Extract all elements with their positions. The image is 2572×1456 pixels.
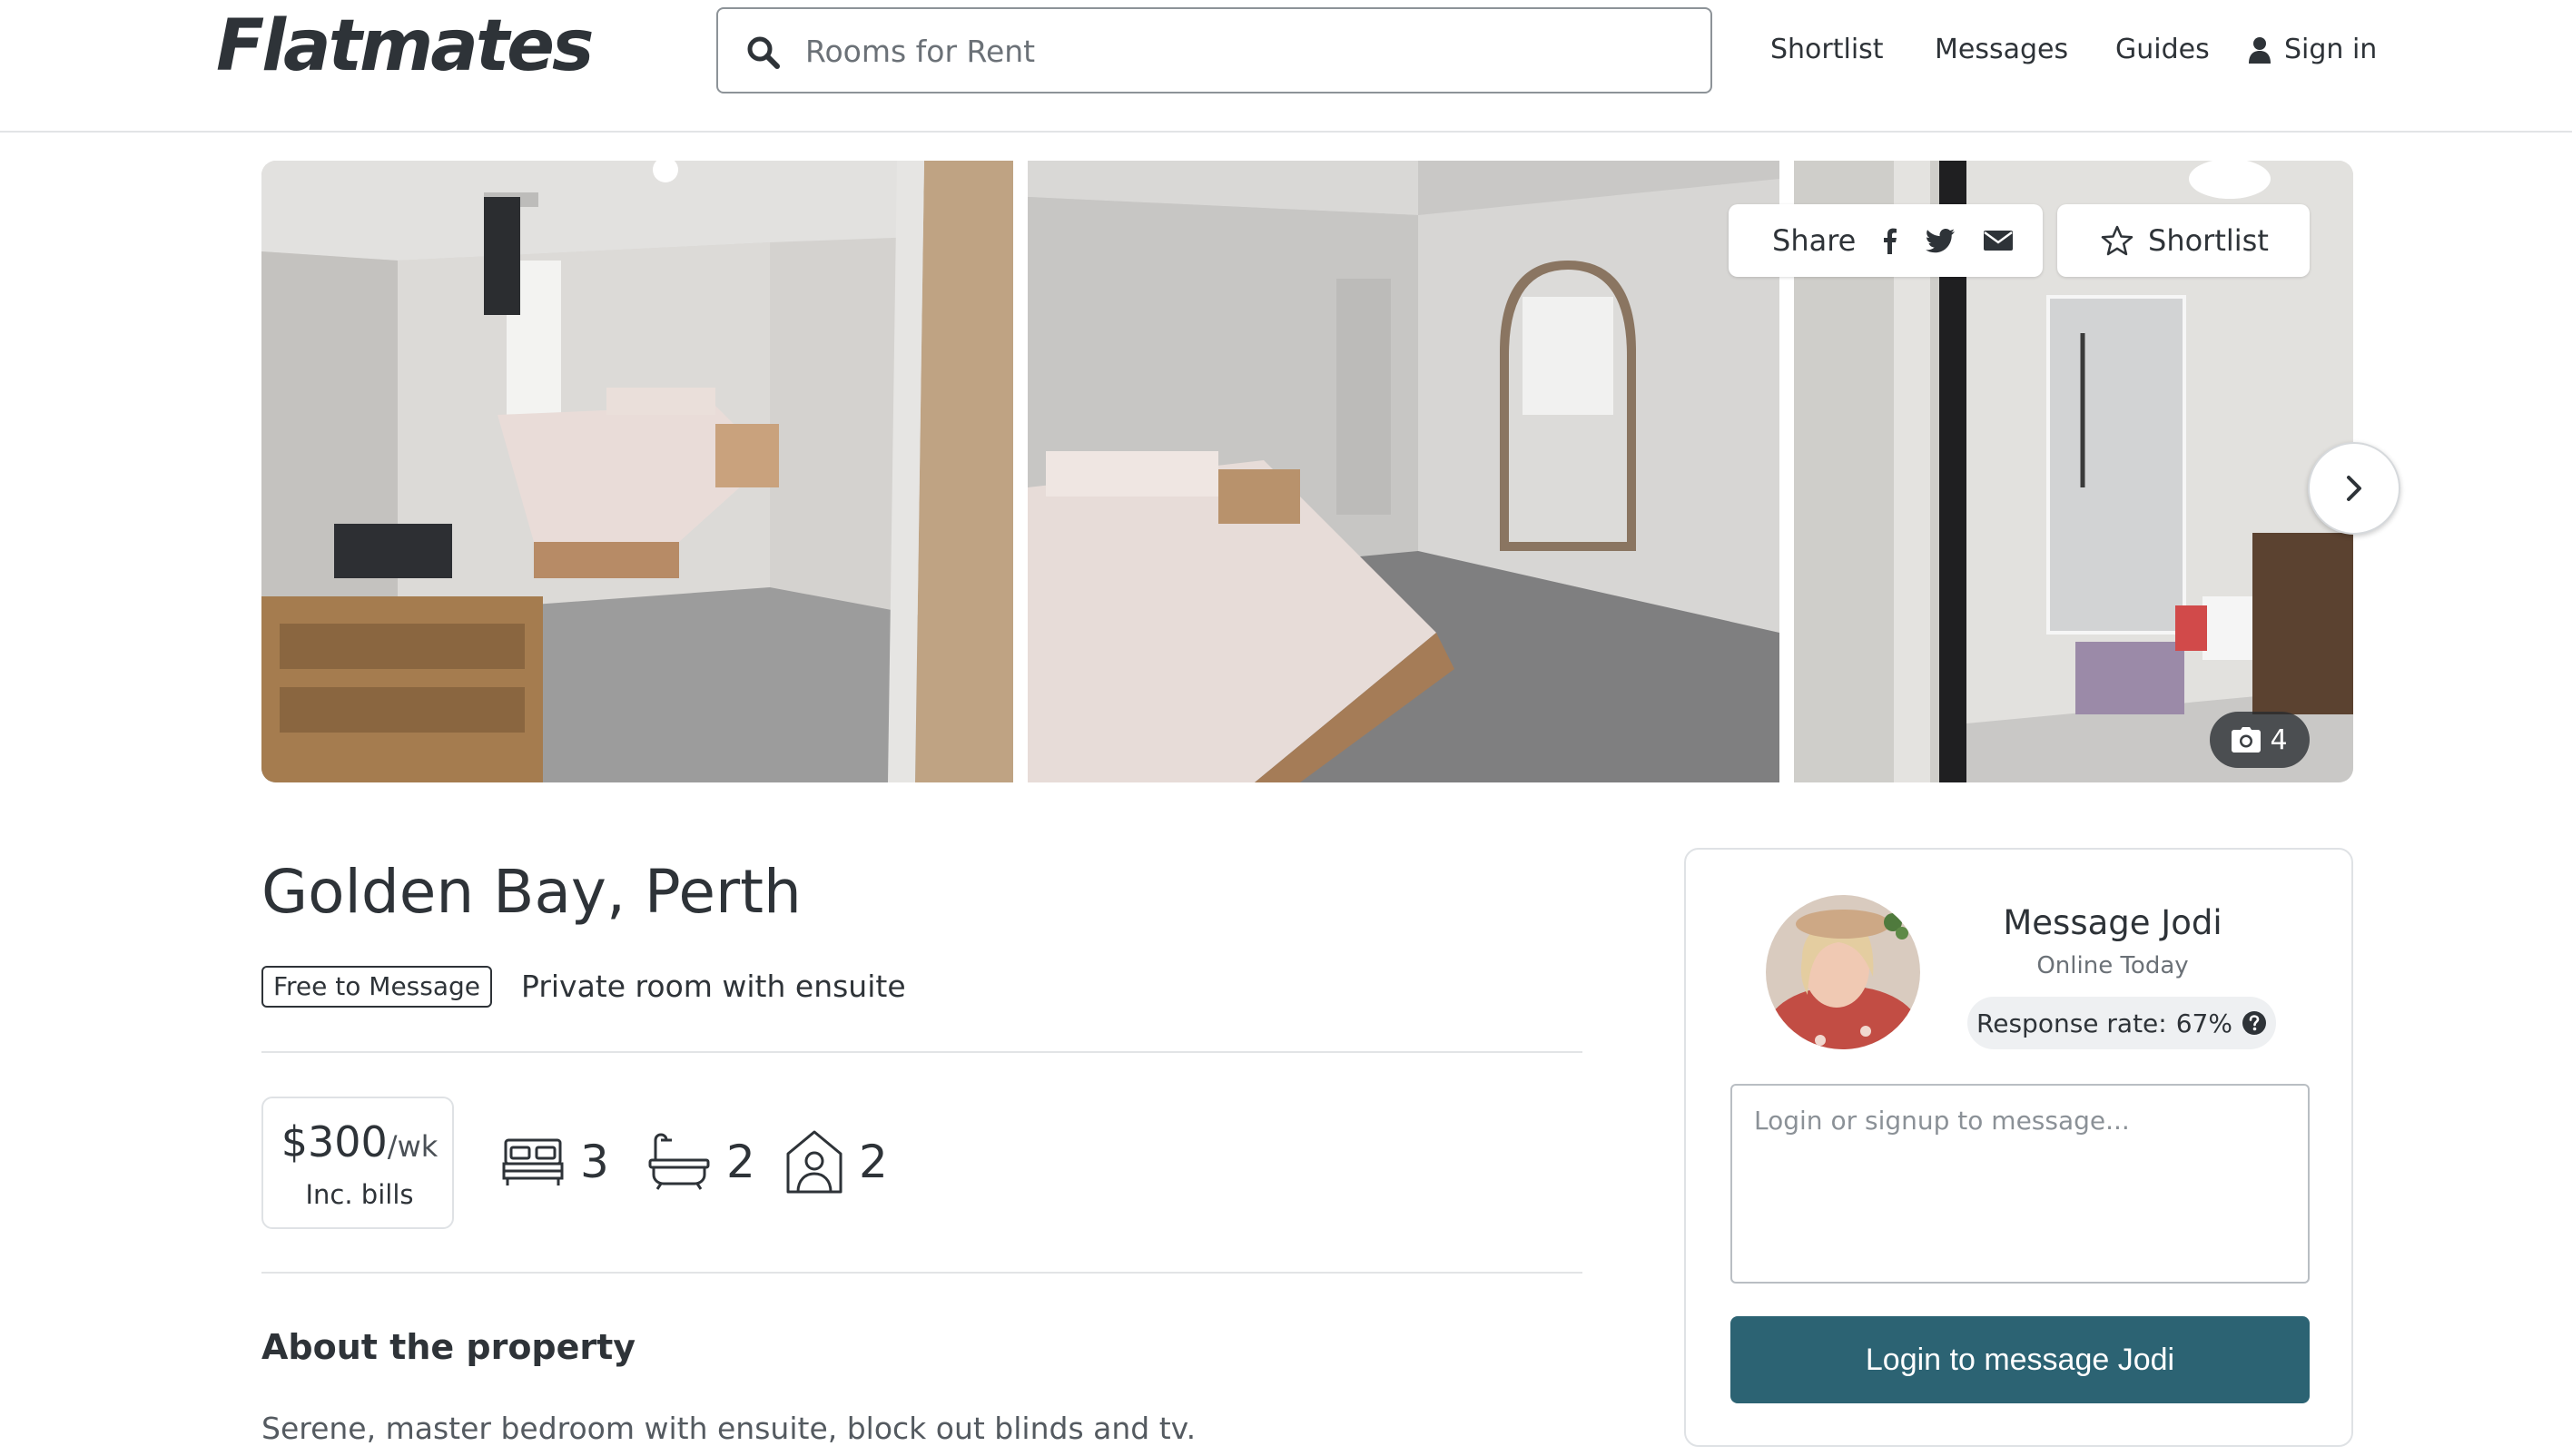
search-bar[interactable] xyxy=(716,7,1712,93)
nav-shortlist-link[interactable]: Shortlist xyxy=(1770,27,1884,73)
email-icon[interactable] xyxy=(1983,230,2014,251)
sign-in-label: Sign in xyxy=(2284,34,2378,65)
gallery-next-button[interactable] xyxy=(2308,442,2400,535)
photo-count: 4 xyxy=(2270,723,2288,756)
rent-amount: $300 xyxy=(281,1117,388,1166)
star-icon xyxy=(2101,225,2133,256)
login-to-message-button[interactable]: Login to message Jodi xyxy=(1730,1316,2310,1403)
message-input[interactable] xyxy=(1730,1084,2310,1284)
bathrooms-count: 2 xyxy=(726,1136,755,1188)
flatmates-logo[interactable]: Flatmates xyxy=(216,5,594,87)
nav-guides-link[interactable]: Guides xyxy=(2115,27,2210,73)
flatmates-feature: 2 xyxy=(786,1126,888,1198)
bathtub-icon xyxy=(648,1133,710,1190)
response-rate-label: Response rate: xyxy=(1976,1008,2167,1038)
help-icon[interactable] xyxy=(2242,1010,2267,1036)
listing-photo-2[interactable] xyxy=(1028,161,1779,782)
bedrooms-count: 3 xyxy=(580,1136,609,1188)
shortlist-label: Shortlist xyxy=(2148,223,2269,258)
bathrooms-feature: 2 xyxy=(648,1126,755,1198)
flatmates-count: 2 xyxy=(859,1136,888,1188)
chevron-right-icon xyxy=(2347,476,2361,501)
listing-photo-1[interactable] xyxy=(261,161,1013,782)
twitter-icon[interactable] xyxy=(1925,228,1956,253)
nav-messages-link[interactable]: Messages xyxy=(1935,27,2068,73)
share-panel: Share xyxy=(1729,204,2043,277)
rent-price: $300/wk xyxy=(263,1115,456,1174)
avatar xyxy=(1766,895,1920,1049)
photo-count-badge[interactable]: 4 xyxy=(2210,712,2310,768)
search-icon xyxy=(747,36,780,69)
listing-title: Golden Bay, Perth xyxy=(261,857,802,927)
bills-note: Inc. bills xyxy=(305,1179,414,1210)
online-status: Online Today xyxy=(2036,952,2189,979)
user-icon xyxy=(2249,37,2271,64)
rent-unit: /wk xyxy=(387,1129,439,1164)
flatmate-icon xyxy=(786,1130,843,1194)
room-type: Private room with ensuite xyxy=(521,969,906,1004)
facebook-icon[interactable] xyxy=(1883,227,1897,254)
price-box: $300/wk Inc. bills xyxy=(261,1097,454,1229)
bedroom-mirror-photo xyxy=(1028,161,1779,782)
response-rate-value: 67% xyxy=(2175,1008,2232,1038)
bedroom-photo xyxy=(261,161,1013,782)
divider xyxy=(261,1051,1582,1053)
free-to-message-badge: Free to Message xyxy=(261,966,492,1008)
bedrooms-feature: 3 xyxy=(502,1126,609,1198)
search-input[interactable] xyxy=(805,22,1677,80)
host-avatar-photo xyxy=(1766,895,1920,1049)
sign-in-link[interactable]: Sign in xyxy=(2248,27,2377,73)
divider xyxy=(261,1272,1582,1274)
bed-icon xyxy=(502,1138,564,1185)
message-card-title: Message Jodi xyxy=(2003,903,2222,942)
about-description: Serene, master bedroom with ensuite, blo… xyxy=(261,1411,1197,1446)
response-rate-badge: Response rate: 67% xyxy=(1967,997,2276,1049)
share-label: Share xyxy=(1772,223,1857,258)
camera-icon xyxy=(2232,727,2262,753)
message-card: Message Jodi Online Today Response rate:… xyxy=(1684,848,2353,1447)
shortlist-button[interactable]: Shortlist xyxy=(2057,204,2310,277)
about-heading: About the property xyxy=(261,1327,636,1367)
site-header: Flatmates Shortlist Messages Guides Sign… xyxy=(0,0,2572,133)
